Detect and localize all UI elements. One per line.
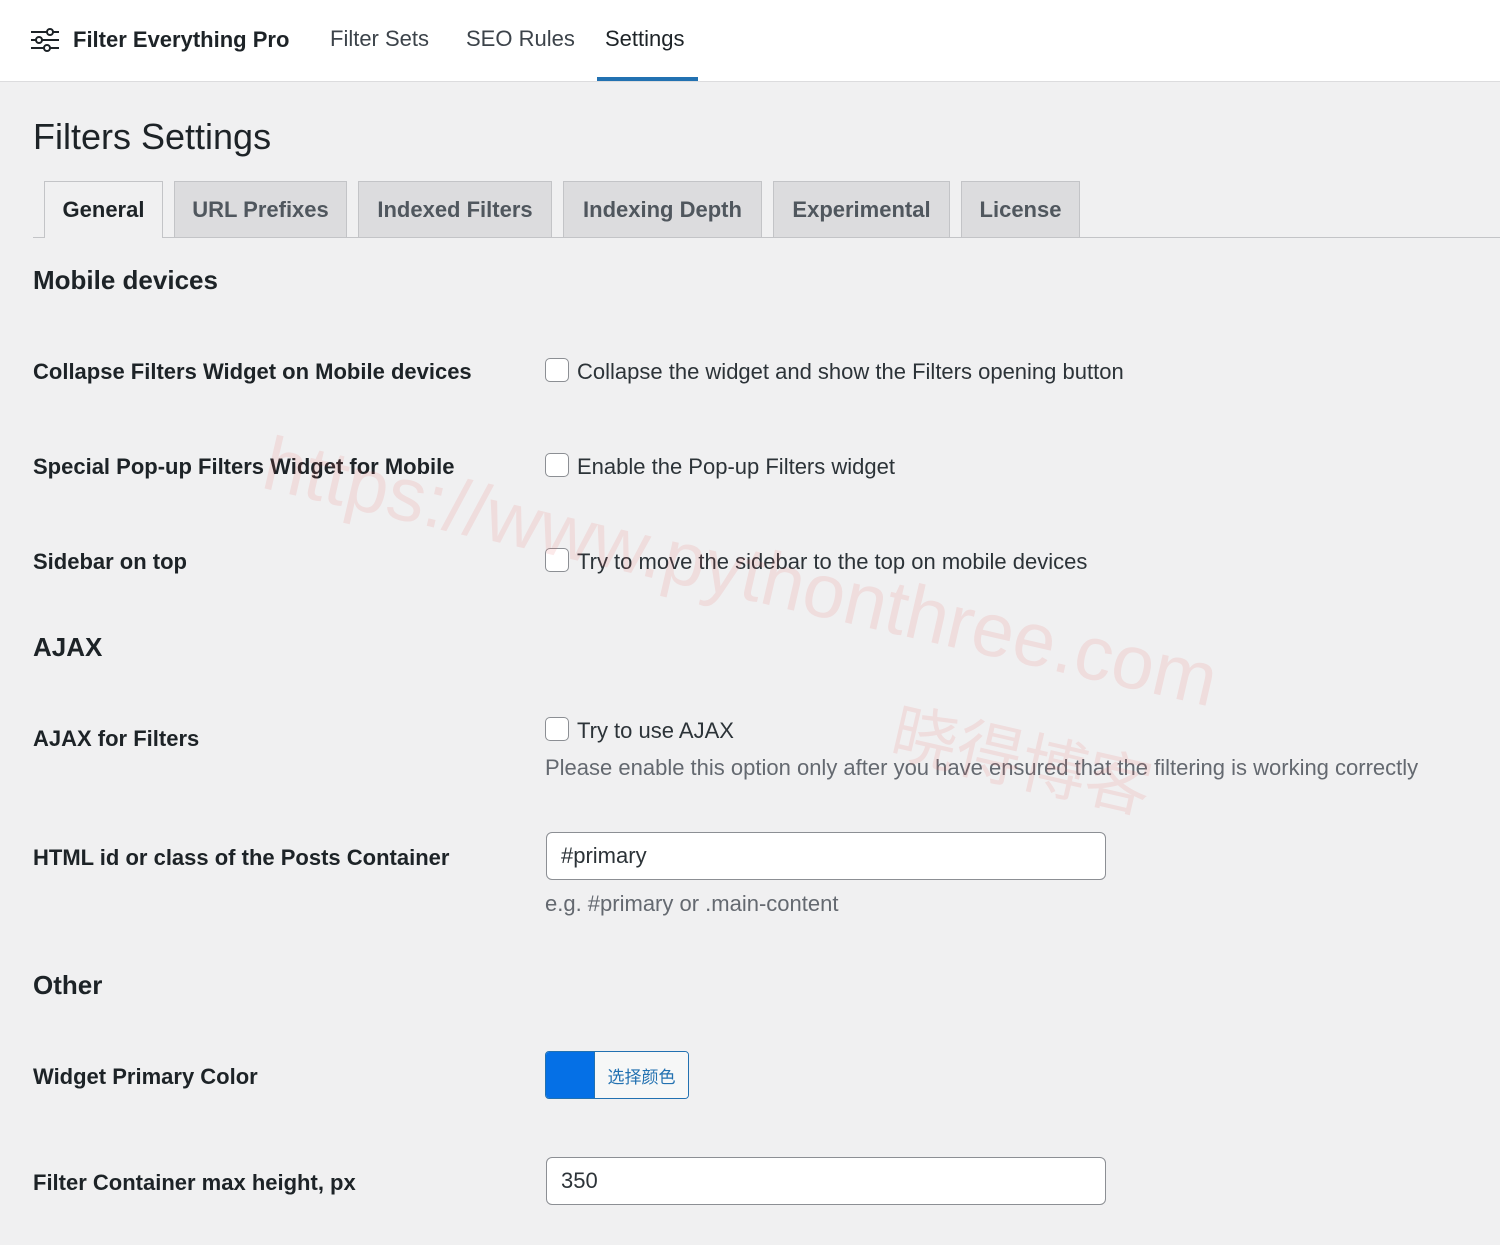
tabs-divider: [33, 237, 1500, 238]
tab-experimental[interactable]: Experimental: [773, 181, 950, 237]
select-color-label: 选择颜色: [594, 1052, 688, 1098]
collapse-widget-label: Collapse Filters Widget on Mobile device…: [33, 359, 472, 384]
sidebar-on-top-checkbox[interactable]: [545, 548, 569, 572]
tab-license[interactable]: License: [961, 181, 1080, 237]
ajax-filters-description: Please enable this option only after you…: [545, 755, 1419, 780]
primary-color-swatch: [546, 1052, 594, 1098]
sliders-icon: [31, 28, 59, 52]
top-nav-bar: Filter Everything Pro Filter Sets SEO Ru…: [0, 0, 1500, 82]
posts-container-label: HTML id or class of the Posts Container: [33, 845, 450, 870]
sidebar-on-top-label: Sidebar on top: [33, 549, 187, 574]
page-title: Filters Settings: [33, 116, 272, 157]
active-nav-indicator: [597, 77, 698, 81]
max-height-label: Filter Container max height, px: [33, 1170, 356, 1195]
brand[interactable]: Filter Everything Pro: [30, 22, 289, 58]
collapse-widget-checkbox[interactable]: [545, 358, 569, 382]
nav-seo-rules[interactable]: SEO Rules: [466, 26, 575, 52]
tab-indexing-depth[interactable]: Indexing Depth: [563, 181, 762, 237]
primary-color-label: Widget Primary Color: [33, 1064, 258, 1089]
ajax-filters-label: AJAX for Filters: [33, 726, 200, 751]
tab-indexed-filters[interactable]: Indexed Filters: [358, 181, 552, 237]
posts-container-input[interactable]: [546, 832, 1106, 880]
popup-widget-checkbox[interactable]: [545, 453, 569, 477]
nav-settings[interactable]: Settings: [605, 26, 685, 52]
tab-url-prefixes[interactable]: URL Prefixes: [174, 181, 347, 237]
popup-widget-label: Special Pop-up Filters Widget for Mobile: [33, 454, 455, 479]
brand-name: Filter Everything Pro: [73, 27, 290, 52]
section-title-ajax: AJAX: [33, 632, 103, 662]
popup-widget-checkbox-label[interactable]: Enable the Pop-up Filters widget: [577, 454, 895, 480]
primary-color-picker-button[interactable]: 选择颜色: [545, 1051, 689, 1099]
section-title-mobile: Mobile devices: [33, 265, 218, 295]
nav-filter-sets[interactable]: Filter Sets: [330, 26, 429, 52]
tab-general[interactable]: General: [44, 181, 163, 238]
section-title-other: Other: [33, 970, 103, 1000]
ajax-filters-checkbox[interactable]: [545, 717, 569, 741]
collapse-widget-checkbox-label[interactable]: Collapse the widget and show the Filters…: [577, 359, 1124, 385]
posts-container-hint: e.g. #primary or .main-content: [545, 891, 839, 916]
sidebar-on-top-checkbox-label[interactable]: Try to move the sidebar to the top on mo…: [577, 549, 1087, 575]
ajax-filters-checkbox-label[interactable]: Try to use AJAX: [577, 718, 734, 744]
max-height-input[interactable]: [546, 1157, 1106, 1205]
